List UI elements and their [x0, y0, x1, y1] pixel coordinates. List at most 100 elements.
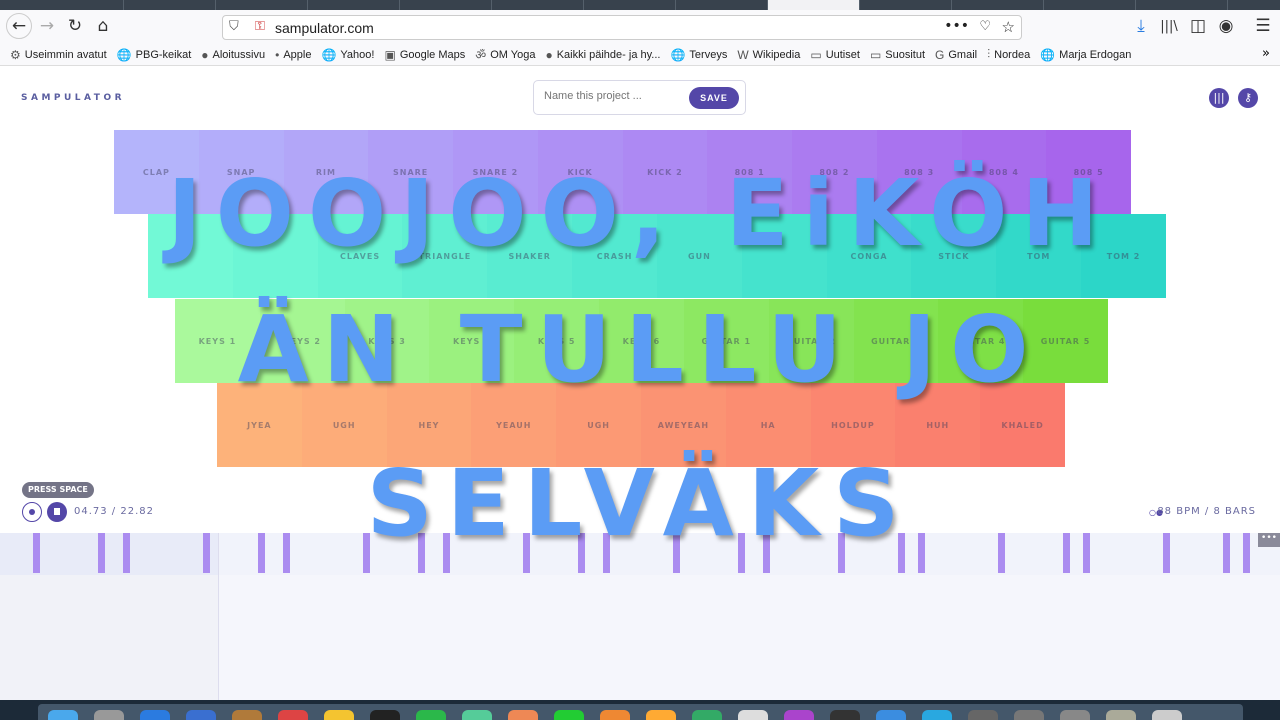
- browser-tab[interactable]: [952, 0, 1044, 10]
- sample-pad[interactable]: 808 4: [961, 130, 1047, 214]
- bookmark-item[interactable]: 🌐 Yahoo!: [321, 48, 374, 62]
- sample-pad[interactable]: TOM: [996, 214, 1082, 298]
- dock-app-icon[interactable]: [462, 710, 492, 720]
- dock-app-icon[interactable]: [1014, 710, 1044, 720]
- sample-pad[interactable]: KICK 2: [622, 130, 708, 214]
- sample-pad[interactable]: JYEA: [217, 383, 302, 467]
- dock-app-icon[interactable]: [508, 710, 538, 720]
- browser-tab[interactable]: [676, 0, 768, 10]
- beat-marker[interactable]: [578, 533, 585, 573]
- bookmark-item[interactable]: ॐ OM Yoga: [475, 46, 535, 63]
- browser-tab[interactable]: [860, 0, 952, 10]
- browser-tab[interactable]: [124, 0, 216, 10]
- dock-app-icon[interactable]: [48, 710, 78, 720]
- sample-pad[interactable]: SNARE 2: [453, 130, 538, 214]
- menu-icon[interactable]: ☰: [1252, 16, 1274, 36]
- browser-tab[interactable]: [216, 0, 308, 10]
- bookmark-item[interactable]: W Wikipedia: [737, 48, 800, 62]
- dock-app-icon[interactable]: [186, 710, 216, 720]
- reload-button[interactable]: ↻: [64, 16, 86, 36]
- sample-pad[interactable]: KEYS 3: [344, 299, 430, 383]
- page-actions-icon[interactable]: •••: [944, 18, 969, 34]
- dock-app-icon[interactable]: [922, 710, 952, 720]
- sample-pad[interactable]: CONGA: [826, 214, 912, 298]
- sample-pad[interactable]: GUITAR 2: [768, 299, 854, 383]
- beat-marker[interactable]: [123, 533, 130, 573]
- bookmark-star-icon[interactable]: ☆: [1002, 18, 1015, 36]
- dock-app-icon[interactable]: [140, 710, 170, 720]
- sample-pad[interactable]: HOLDUP: [810, 383, 896, 467]
- sample-pad[interactable]: [741, 214, 827, 298]
- sample-pad[interactable]: STICK: [911, 214, 997, 298]
- tempo-info[interactable]: 88 BPM / 8 BARS: [1157, 506, 1256, 517]
- sample-pad[interactable]: KEYS 4: [429, 299, 515, 383]
- dock-app-icon[interactable]: [830, 710, 860, 720]
- dock-app-icon[interactable]: [1060, 710, 1090, 720]
- bookmark-item[interactable]: ⚙ Useimmin avatut: [10, 48, 107, 62]
- sample-pad[interactable]: TRIANGLE: [402, 214, 488, 298]
- dock-app-icon[interactable]: [968, 710, 998, 720]
- sample-pad[interactable]: GUITAR 5: [1023, 299, 1108, 383]
- beat-marker[interactable]: [763, 533, 770, 573]
- browser-tab[interactable]: [32, 0, 124, 10]
- stop-button[interactable]: [47, 502, 67, 522]
- beat-marker[interactable]: [1223, 533, 1230, 573]
- sample-pad[interactable]: UGH: [556, 383, 641, 467]
- beat-marker[interactable]: [838, 533, 845, 573]
- sample-pad[interactable]: KEYS 1: [175, 299, 260, 383]
- beat-marker[interactable]: [98, 533, 105, 573]
- beat-marker[interactable]: [1063, 533, 1070, 573]
- sample-pad[interactable]: KEYS 6: [599, 299, 684, 383]
- bookmark-item[interactable]: ▣ Google Maps: [384, 48, 465, 62]
- home-button[interactable]: ⌂: [92, 16, 114, 36]
- sample-pad[interactable]: 808 1: [707, 130, 792, 214]
- sample-pad[interactable]: SHAKER: [487, 214, 573, 298]
- bookmark-item[interactable]: ▭ Uutiset: [810, 48, 860, 62]
- browser-tab[interactable]: [584, 0, 676, 10]
- bookmark-item[interactable]: ● Aloitussivu: [201, 48, 265, 62]
- browser-tab[interactable]: [492, 0, 584, 10]
- dock-app-icon[interactable]: [646, 710, 676, 720]
- beat-marker[interactable]: [898, 533, 905, 573]
- sample-pad[interactable]: HUH: [895, 383, 981, 467]
- dock-app-icon[interactable]: [232, 710, 262, 720]
- bookmark-item[interactable]: ⫶ Nordea: [987, 47, 1030, 62]
- bookmark-item[interactable]: ▭ Suositut: [870, 48, 925, 62]
- dock-app-icon[interactable]: [416, 710, 446, 720]
- browser-tab[interactable]: [400, 0, 492, 10]
- sound-wave-icon[interactable]: |||: [1209, 88, 1229, 108]
- sample-pad[interactable]: [232, 214, 318, 298]
- sample-pad[interactable]: GUN: [656, 214, 742, 298]
- address-bar[interactable]: ⛉ ⚿ sampulator.com ••• ♡ ☆: [222, 15, 1022, 40]
- browser-tab[interactable]: [1228, 0, 1280, 10]
- beat-marker[interactable]: [1163, 533, 1170, 573]
- sample-pad[interactable]: GUITAR 1: [683, 299, 769, 383]
- bookmark-item[interactable]: 🌐 Marja Erdogan: [1040, 48, 1131, 62]
- sample-pad[interactable]: GUITAR 3: [853, 299, 939, 383]
- sample-pad[interactable]: [148, 214, 233, 298]
- sample-pad[interactable]: SNAP: [198, 130, 284, 214]
- sample-pad[interactable]: KEYS 2: [259, 299, 345, 383]
- sample-pad[interactable]: HEY: [386, 383, 472, 467]
- dock-app-icon[interactable]: [1152, 710, 1182, 720]
- beat-marker[interactable]: [203, 533, 210, 573]
- dock-app-icon[interactable]: [784, 710, 814, 720]
- beat-marker[interactable]: [673, 533, 680, 573]
- sample-pad[interactable]: CLAP: [114, 130, 199, 214]
- sample-pad[interactable]: 808 5: [1046, 130, 1131, 214]
- beat-marker[interactable]: [998, 533, 1005, 573]
- sample-pad[interactable]: YEAUH: [471, 383, 557, 467]
- sample-pad[interactable]: 808 2: [792, 130, 877, 214]
- dock-app-icon[interactable]: [600, 710, 630, 720]
- dock-app-icon[interactable]: [278, 710, 308, 720]
- beat-marker[interactable]: [738, 533, 745, 573]
- browser-tab[interactable]: [1136, 0, 1228, 10]
- sample-pad[interactable]: RIM: [283, 130, 369, 214]
- sample-pad[interactable]: GUITAR 4: [938, 299, 1024, 383]
- beat-marker[interactable]: [363, 533, 370, 573]
- dock-app-icon[interactable]: [876, 710, 906, 720]
- sample-pad[interactable]: CLAVES: [317, 214, 403, 298]
- sample-pad[interactable]: AWEYEAH: [640, 383, 726, 467]
- more-options-button[interactable]: •••: [1258, 533, 1280, 547]
- sidebar-icon[interactable]: ◫: [1187, 16, 1209, 36]
